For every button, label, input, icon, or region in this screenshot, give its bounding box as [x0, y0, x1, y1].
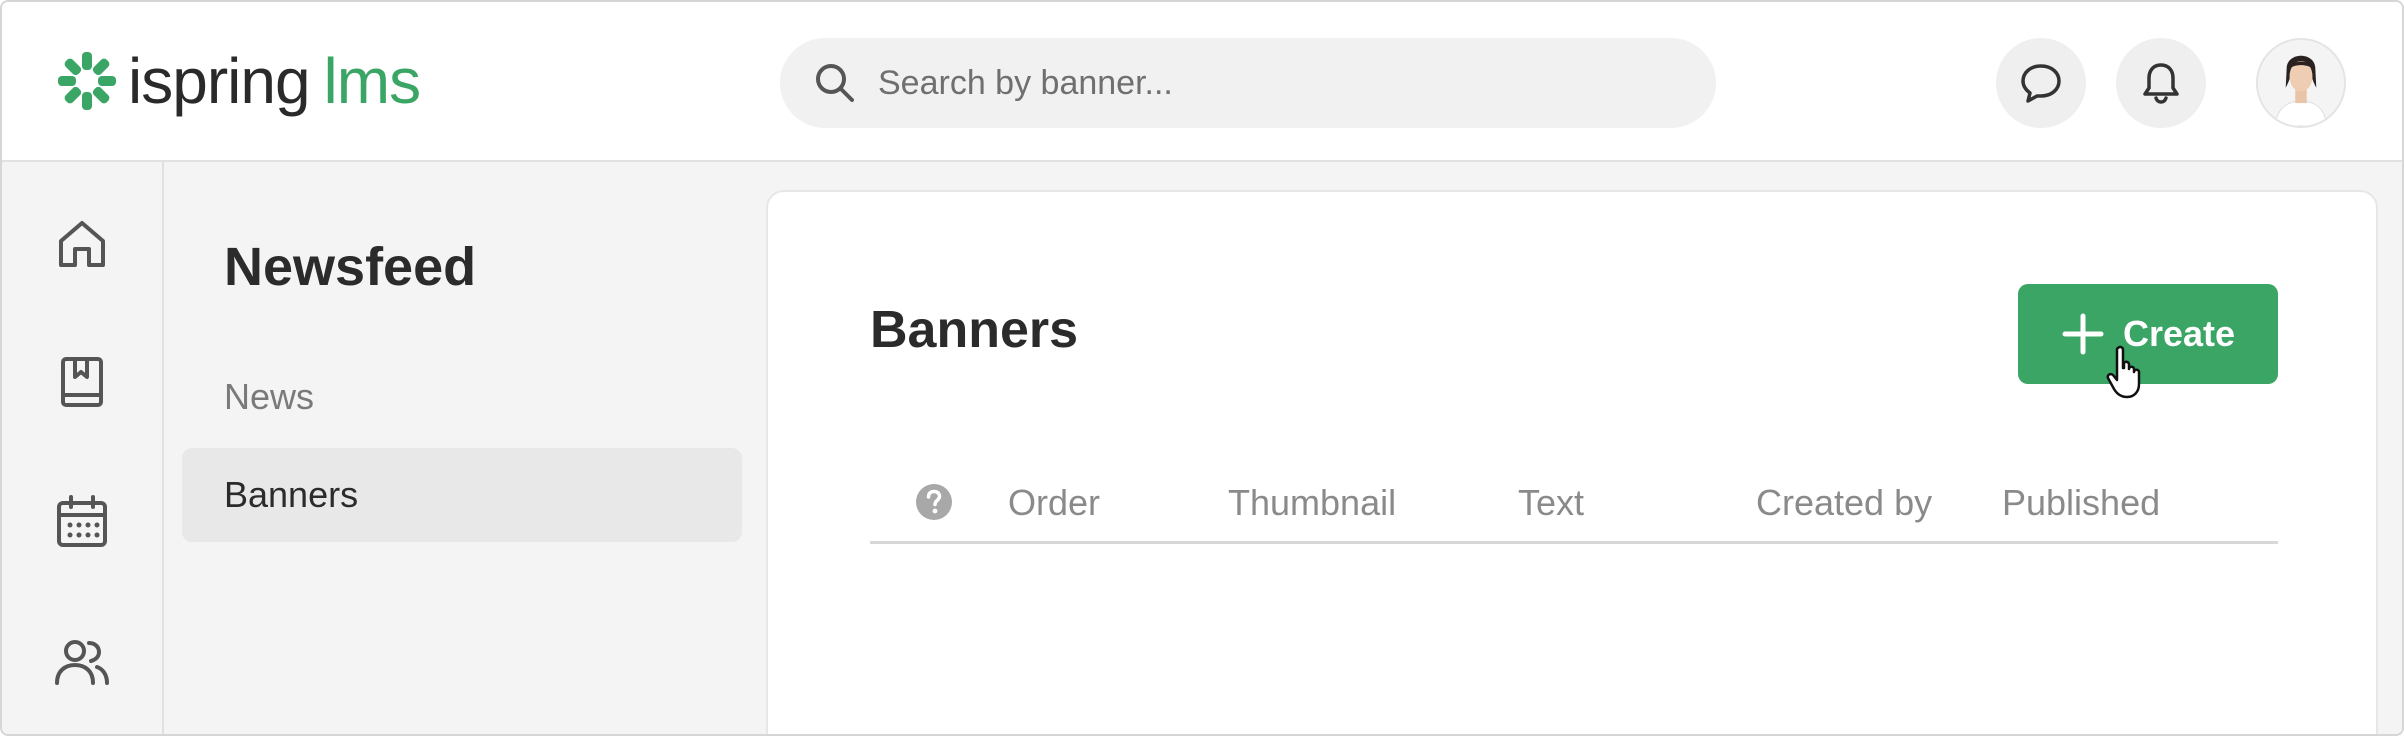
subnav-item-label: Banners	[224, 474, 359, 515]
table-header: Order Thumbnail Text Created by Publishe…	[870, 462, 2278, 544]
rail-item-calendar[interactable]	[42, 482, 122, 562]
app-window: ispring lms Search by banner... Newsfeed…	[0, 0, 2404, 736]
subnav-item-banners[interactable]: Banners	[182, 448, 742, 542]
users-icon	[55, 640, 109, 685]
top-header: ispring lms	[2, 2, 2402, 162]
user-avatar[interactable]	[2256, 38, 2346, 128]
column-header-order[interactable]: Order	[1008, 482, 1100, 524]
rail-item-home[interactable]	[42, 204, 122, 284]
plus-icon	[2062, 313, 2104, 355]
main-content-card: Banners Create Order Thumbnail Text Crea…	[766, 190, 2378, 734]
home-icon	[59, 221, 105, 267]
column-header-published[interactable]: Published	[2002, 482, 2160, 524]
subnav-item-news[interactable]: News	[182, 350, 742, 444]
column-header-thumbnail[interactable]: Thumbnail	[1228, 482, 1396, 524]
notifications-button[interactable]	[2116, 38, 2206, 128]
column-header-created-by[interactable]: Created by	[1756, 482, 1932, 524]
search-input[interactable]	[878, 63, 1678, 103]
column-header-text[interactable]: Text	[1518, 482, 1584, 524]
help-icon[interactable]	[914, 482, 954, 522]
icon-rail	[2, 162, 164, 734]
book-icon	[61, 357, 103, 407]
rail-item-users[interactable]	[42, 622, 122, 702]
create-button[interactable]: Create	[2018, 284, 2278, 384]
search-icon	[816, 64, 854, 102]
logo-word-ispring: ispring	[128, 45, 311, 117]
messages-button[interactable]	[1996, 38, 2086, 128]
subnav-item-label: News	[224, 376, 315, 417]
calendar-icon	[57, 495, 107, 547]
ispring-logo[interactable]: ispring lms	[56, 45, 422, 117]
bell-icon	[2143, 63, 2179, 104]
search-bar[interactable]	[780, 38, 1716, 128]
page-title: Banners	[870, 301, 1079, 359]
logo-mark-icon	[58, 52, 116, 110]
section-title: Newsfeed	[224, 237, 477, 297]
logo-word-lms: lms	[323, 45, 422, 117]
rail-item-library[interactable]	[42, 342, 122, 422]
section-nav: Newsfeed News Banners	[164, 162, 764, 734]
chat-bubble-icon	[2021, 64, 2061, 103]
user-photo-icon	[2258, 40, 2344, 126]
hand-pointer-cursor-icon	[2106, 345, 2141, 399]
